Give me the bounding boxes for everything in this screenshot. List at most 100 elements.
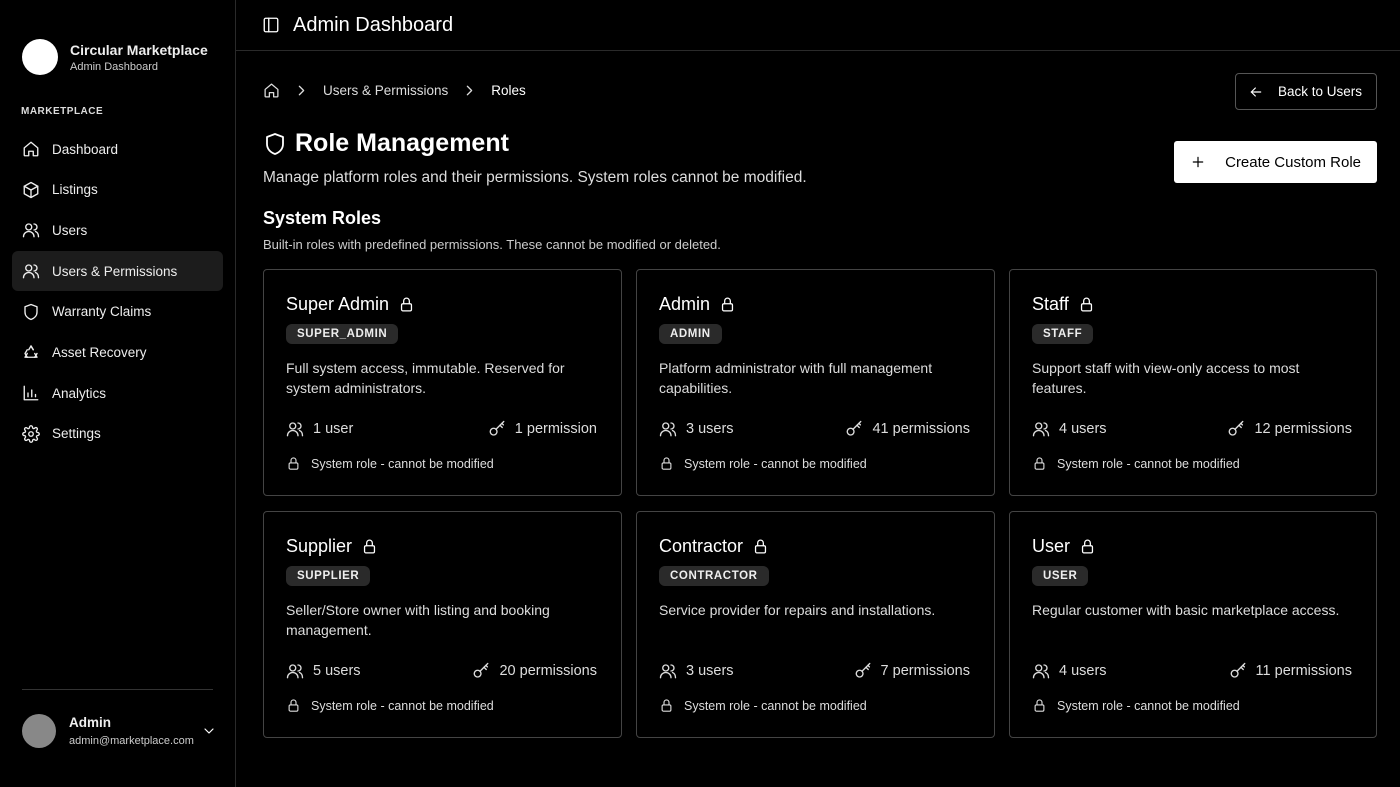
- breadcrumb-roles: Roles: [491, 82, 526, 98]
- role-footer: System role - cannot be modified: [684, 698, 867, 713]
- section-title: System Roles: [263, 208, 382, 228]
- sidebar-toggle-icon[interactable]: [262, 16, 280, 34]
- sidebar-item-label: Warranty Claims: [52, 304, 152, 320]
- role-card-supplier[interactable]: Supplier SUPPLIER Seller/Store owner wit…: [263, 511, 622, 738]
- role-user-count: 3 users: [686, 421, 734, 437]
- role-description: Seller/Store owner with listing and book…: [286, 602, 550, 638]
- lock-icon: [721, 297, 734, 312]
- lock-icon: [288, 457, 299, 470]
- home-icon: [23, 141, 39, 157]
- sidebar-item-label: Listings: [52, 182, 98, 198]
- sidebar-divider: [22, 689, 213, 690]
- create-custom-role-button[interactable]: Create Custom Role: [1174, 141, 1377, 183]
- back-to-users-button[interactable]: Back to Users: [1234, 73, 1377, 110]
- role-permission-count: 41 permissions: [872, 421, 970, 437]
- role-badge: ADMIN: [659, 324, 722, 344]
- users-icon: [22, 223, 40, 238]
- role-card-user[interactable]: User USER Regular customer with basic ma…: [1009, 511, 1377, 738]
- role-user-count: 3 users: [686, 663, 734, 679]
- role-card-contractor[interactable]: Contractor CONTRACTOR Service provider f…: [636, 511, 995, 738]
- role-badge: SUPER_ADMIN: [286, 324, 399, 344]
- main-content: Admin Dashboard Users & Permissions Role…: [236, 0, 1400, 787]
- brand: Circular Marketplace Admin Dashboard: [0, 0, 235, 90]
- user-email: admin@marketplace.com: [69, 735, 194, 747]
- breadcrumb-users-permissions[interactable]: Users & Permissions: [323, 83, 448, 98]
- breadcrumb: Users & Permissions Roles: [263, 51, 1377, 129]
- sidebar-item-users[interactable]: Users: [12, 210, 223, 250]
- lock-icon: [661, 457, 672, 470]
- sidebar-item-listings[interactable]: Listings: [12, 170, 223, 210]
- role-name: Supplier: [286, 535, 353, 556]
- sidebar-nav: Dashboard Listings Users Users & Permiss…: [0, 129, 235, 454]
- chevron-right-icon: [298, 85, 305, 95]
- user-menu[interactable]: Admin admin@marketplace.com: [22, 714, 217, 748]
- sidebar-item-settings[interactable]: Settings: [12, 414, 223, 454]
- role-description: Regular customer with basic marketplace …: [1032, 602, 1340, 618]
- role-badge: CONTRACTOR: [659, 566, 769, 586]
- sidebar-item-users-permissions[interactable]: Users & Permissions: [12, 251, 223, 292]
- shield-icon: [24, 303, 38, 320]
- lock-icon: [363, 539, 376, 554]
- lock-icon: [400, 297, 413, 312]
- chart-icon: [23, 385, 39, 401]
- avatar: [22, 714, 56, 748]
- role-name: User: [1032, 535, 1071, 556]
- role-footer: System role - cannot be modified: [1057, 456, 1240, 471]
- role-card-admin[interactable]: Admin ADMIN Platform administrator with …: [636, 269, 995, 496]
- role-card-super-admin[interactable]: Super Admin SUPER_ADMIN Full system acce…: [263, 269, 622, 496]
- role-description: Full system access, immutable. Reserved …: [286, 360, 565, 396]
- chevron-right-icon: [467, 85, 473, 95]
- recycle-icon: [24, 345, 38, 359]
- sidebar-section-label: MARKETPLACE: [21, 106, 104, 117]
- gear-icon: [22, 424, 40, 443]
- role-permission-count: 7 permissions: [880, 663, 970, 679]
- role-user-count: 5 users: [313, 663, 361, 679]
- key-icon: [1229, 420, 1244, 436]
- package-icon: [23, 181, 39, 198]
- lock-icon: [1034, 699, 1045, 712]
- sidebar-item-label: Users: [52, 222, 88, 238]
- sidebar-item-label: Asset Recovery: [52, 344, 147, 360]
- sidebar-item-asset-recovery[interactable]: Asset Recovery: [12, 332, 223, 372]
- role-description: Support staff with view-only access to m…: [1032, 360, 1300, 396]
- users-icon: [286, 664, 304, 679]
- lock-icon: [661, 699, 672, 712]
- role-card-staff[interactable]: Staff STAFF Support staff with view-only…: [1009, 269, 1377, 496]
- key-icon: [489, 420, 505, 436]
- sidebar-item-label: Settings: [52, 426, 101, 442]
- role-name: Super Admin: [286, 293, 390, 314]
- role-badge: STAFF: [1032, 324, 1094, 344]
- lock-icon: [754, 539, 767, 554]
- users-icon: [659, 664, 677, 679]
- topbar: Admin Dashboard: [236, 0, 1400, 51]
- page-title: Role Management: [295, 129, 509, 157]
- users-icon: [659, 422, 677, 437]
- sidebar-item-analytics[interactable]: Analytics: [12, 373, 223, 413]
- sidebar-item-dashboard[interactable]: Dashboard: [12, 129, 223, 169]
- home-icon[interactable]: [263, 82, 280, 99]
- key-icon: [474, 662, 489, 678]
- plus-icon: [1192, 156, 1204, 168]
- role-footer: System role - cannot be modified: [684, 456, 867, 471]
- user-permissions-icon: [22, 264, 40, 279]
- role-footer: System role - cannot be modified: [311, 456, 494, 471]
- brand-subtitle: Admin Dashboard: [70, 60, 159, 73]
- role-badge: SUPPLIER: [286, 566, 371, 586]
- lock-icon: [1034, 457, 1045, 470]
- role-name: Admin: [659, 293, 711, 314]
- lock-icon: [288, 699, 299, 712]
- sidebar-item-warranty-claims[interactable]: Warranty Claims: [12, 292, 223, 332]
- create-button-label: Create Custom Role: [1225, 153, 1361, 171]
- brand-logo: [22, 39, 58, 75]
- role-permission-count: 11 permissions: [1255, 663, 1352, 679]
- key-icon: [855, 662, 870, 678]
- role-badge: USER: [1032, 566, 1089, 586]
- topbar-title: Admin Dashboard: [293, 13, 454, 36]
- role-description: Service provider for repairs and install…: [659, 602, 936, 618]
- role-name: Contractor: [659, 535, 744, 556]
- chevron-down-icon[interactable]: [201, 723, 217, 739]
- shield-icon: [266, 132, 284, 155]
- users-icon: [1032, 422, 1050, 437]
- role-user-count: 4 users: [1059, 663, 1107, 679]
- role-user-count: 1 user: [313, 421, 354, 437]
